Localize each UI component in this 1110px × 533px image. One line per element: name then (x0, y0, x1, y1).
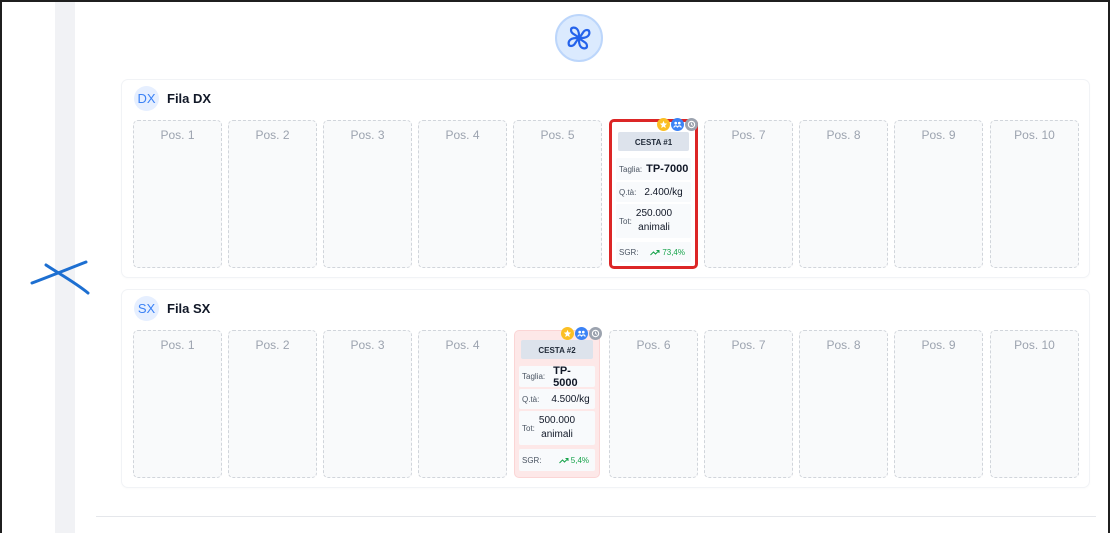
slot-label: Pos. 7 (731, 128, 766, 142)
app-logo[interactable] (555, 14, 603, 62)
trending-up-icon (650, 249, 660, 255)
basket-name: CESTA #1 (618, 132, 689, 151)
row-badge: DX (134, 86, 159, 111)
star-icon[interactable] (657, 118, 670, 131)
slot-label: Pos. 2 (255, 338, 290, 352)
row-title: Fila DX (167, 91, 212, 106)
basket-name: CESTA #2 (521, 340, 593, 359)
slot-pos-8[interactable]: Pos. 8 (799, 330, 888, 478)
sgr-text: 73,4% (662, 247, 685, 257)
sgr-text: 5,4% (570, 455, 589, 465)
tot-key: Tot: (619, 216, 632, 226)
slot-pos-2[interactable]: Pos. 2 (228, 330, 317, 478)
size-value: TP-5000 (553, 364, 578, 389)
slot-label: Pos. 9 (921, 338, 956, 352)
row-panel-dx: DX Fila DX Pos. 1 Pos. 2 Pos. 3 Pos. 4 P… (122, 80, 1089, 277)
basket-size-row: Taglia: TP-7000 (616, 158, 691, 180)
slot-pos-1[interactable]: Pos. 1 (133, 120, 222, 268)
slot-pos-9[interactable]: Pos. 9 (894, 120, 983, 268)
clock-icon[interactable] (685, 118, 698, 131)
sgr-value: 73,4% (650, 248, 685, 257)
slot-label: Pos. 9 (921, 128, 956, 142)
row-badge: SX (134, 296, 159, 321)
sgr-key: SGR: (619, 247, 639, 257)
slot-pos-4[interactable]: Pos. 4 (418, 330, 507, 478)
slot-label: Pos. 10 (1014, 128, 1055, 142)
fan-icon (567, 26, 591, 50)
slot-pos-1[interactable]: Pos. 1 (133, 330, 222, 478)
slot-pos-5[interactable]: Pos. 5 (513, 120, 602, 268)
slot-label: Pos. 7 (731, 338, 766, 352)
slot-label: Pos. 8 (826, 128, 861, 142)
slot-pos-3[interactable]: Pos. 3 (323, 330, 412, 478)
slot-label: Pos. 3 (350, 338, 385, 352)
slot-label: Pos. 3 (350, 128, 385, 142)
row-header: DX Fila DX (134, 86, 211, 111)
basket-size-row: Taglia: TP-5000 (519, 364, 595, 389)
slot-label: Pos. 1 (160, 338, 195, 352)
slot-pos-3[interactable]: Pos. 3 (323, 120, 412, 268)
star-icon[interactable] (561, 327, 574, 340)
slot-label: Pos. 10 (1014, 338, 1055, 352)
slot-label: Pos. 1 (160, 128, 195, 142)
slots-sx: Pos. 1 Pos. 2 Pos. 3 Pos. 4 CESTA #2 Tag… (133, 327, 1080, 478)
slot-label: Pos. 4 (445, 128, 480, 142)
slot-label: Pos. 5 (540, 128, 575, 142)
size-key: Taglia: (522, 372, 546, 381)
sgr-key: SGR: (522, 455, 542, 465)
slot-pos-10[interactable]: Pos. 10 (990, 120, 1079, 268)
row-title: Fila SX (167, 301, 211, 316)
slot-pos-4[interactable]: Pos. 4 (418, 120, 507, 268)
slot-pos-2[interactable]: Pos. 2 (228, 120, 317, 268)
slot-pos-6[interactable]: Pos. 6 (609, 330, 698, 478)
group-icon[interactable] (671, 118, 684, 131)
slots-dx: Pos. 1 Pos. 2 Pos. 3 Pos. 4 Pos. 5 CESTA… (133, 118, 1080, 269)
basket-tot-row: Tot: 500.000 animali (519, 411, 595, 445)
tot-line1: 500.000 (538, 415, 576, 426)
tot-value: 500.000 animali (539, 414, 575, 442)
tot-value: 250.000 animali (636, 207, 672, 235)
slot-pos-7[interactable]: Pos. 7 (704, 120, 793, 268)
qty-value: 2.400/kg (644, 186, 683, 198)
tot-line1: 250.000 (635, 208, 673, 219)
slot-label: Pos. 4 (445, 338, 480, 352)
basket-status-icons (657, 118, 698, 131)
trending-up-icon (558, 457, 569, 463)
basket-sgr-row: SGR: 73,4% (616, 242, 691, 262)
size-key: Taglia: (619, 164, 643, 174)
qty-key: Q.tà: (619, 187, 637, 197)
tot-key: Tot: (522, 423, 535, 433)
annotation-scribble (30, 260, 90, 295)
slot-label: Pos. 2 (255, 128, 290, 142)
clock-icon[interactable] (589, 327, 602, 340)
sgr-value: 5,4% (558, 455, 589, 465)
basket-tot-row: Tot: 250.000 animali (616, 204, 691, 238)
slot-pos-8[interactable]: Pos. 8 (799, 120, 888, 268)
size-value: TP-7000 (646, 163, 689, 175)
basket-qty-row: Q.tà: 2.400/kg (616, 182, 691, 202)
basket-sgr-row: SGR: 5,4% (519, 449, 595, 471)
tot-line2: animali (638, 222, 670, 233)
tot-line2: animali (541, 429, 573, 440)
qty-key: Q.tà: (522, 394, 540, 404)
qty-value: 4.500/kg (551, 393, 590, 405)
slot-label: Pos. 8 (826, 338, 861, 352)
basket-card[interactable]: CESTA #1 Taglia: TP-7000 Q.tà: 2.400/kg … (609, 118, 698, 269)
row-header: SX Fila SX (134, 296, 210, 321)
slot-pos-7[interactable]: Pos. 7 (704, 330, 793, 478)
row-panel-sx: SX Fila SX Pos. 1 Pos. 2 Pos. 3 Pos. 4 C… (122, 290, 1089, 487)
slot-pos-10[interactable]: Pos. 10 (990, 330, 1079, 478)
slot-label: Pos. 6 (636, 338, 671, 352)
divider (96, 516, 1096, 517)
basket-status-icons (561, 327, 602, 340)
group-icon[interactable] (575, 327, 588, 340)
basket-qty-row: Q.tà: 4.500/kg (519, 389, 595, 409)
slot-pos-9[interactable]: Pos. 9 (894, 330, 983, 478)
basket-card[interactable]: CESTA #2 Taglia: TP-5000 Q.tà: 4.500/kg … (514, 327, 602, 478)
